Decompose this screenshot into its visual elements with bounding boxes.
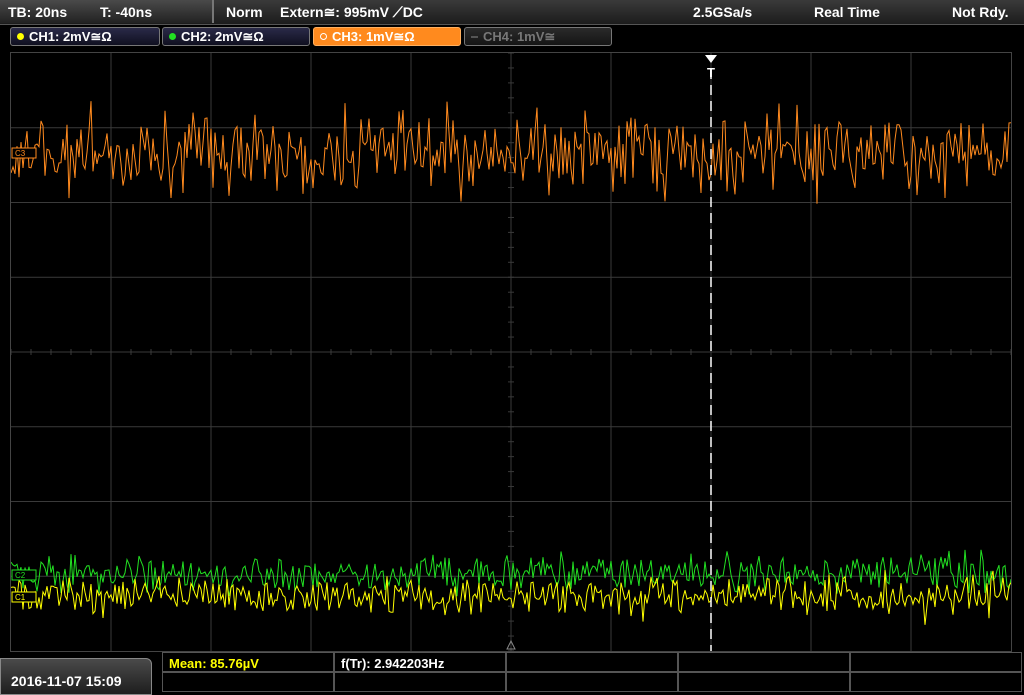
channel-4-tab[interactable]: CH4: 1mV≅ — [464, 27, 612, 46]
bottom-bar: 2016-11-07 15:09 Mean: 85.76µV f(Tr): 2.… — [0, 652, 1024, 695]
channel-2-indicator-icon — [169, 33, 176, 40]
measurement-cell[interactable] — [162, 672, 334, 692]
channel-1-tab[interactable]: CH1: 2mV≅Ω — [10, 27, 160, 46]
measurement-cell[interactable] — [678, 672, 850, 692]
channel-1-ground-marker[interactable]: C1 — [11, 591, 37, 603]
channel-3-marker-label: C3 — [15, 149, 26, 158]
measurement-cell[interactable] — [334, 672, 506, 692]
measurement-cell[interactable] — [850, 672, 1022, 692]
timebase-label[interactable]: TB: 20ns — [8, 4, 67, 20]
status-bar: TB: 20ns T: -40ns Norm Extern≅: 995mV ⟋D… — [0, 0, 1024, 25]
waveform-canvas: T C3 C2 C1 — [11, 53, 1011, 651]
datetime-box: 2016-11-07 15:09 — [0, 658, 152, 695]
channel-4-label: CH4: 1mV≅ — [483, 28, 556, 44]
channel-2-ground-marker[interactable]: C2 — [11, 569, 37, 581]
trigger-mode-label[interactable]: Norm — [226, 4, 263, 20]
measurement-cell[interactable] — [850, 652, 1022, 672]
measurement-cell[interactable] — [506, 672, 678, 692]
timebase-box[interactable]: TB: 20ns T: -40ns — [0, 0, 214, 23]
channel-2-tab[interactable]: CH2: 2mV≅Ω — [162, 27, 310, 46]
acquisition-status-label: Not Rdy. — [952, 4, 1009, 20]
channel-bar: CH1: 2mV≅Ω CH2: 2mV≅Ω CH3: 1mV≅Ω CH4: 1m… — [0, 25, 1024, 49]
measurement-cell[interactable] — [506, 652, 678, 672]
trigger-position-icon[interactable] — [705, 55, 717, 63]
waveform-display[interactable]: T C3 C2 C1 — [10, 52, 1012, 652]
measurement-table: Mean: 85.76µV f(Tr): 2.942203Hz — [162, 652, 1024, 695]
datetime-label: 2016-11-07 15:09 — [11, 673, 122, 689]
sample-rate-label: 2.5GSa/s — [693, 4, 753, 20]
channel-3-ground-marker[interactable]: C3 — [11, 147, 37, 159]
frequency-measurement: f(Tr): 2.942203Hz — [341, 656, 445, 671]
channel-1-indicator-icon — [17, 33, 24, 40]
channel-3-indicator-icon — [320, 33, 327, 40]
measurement-cell[interactable] — [678, 652, 850, 672]
trigger-source-label[interactable]: Extern≅: 995mV ⟋DC — [280, 4, 423, 21]
channel-3-tab[interactable]: CH3: 1mV≅Ω — [313, 27, 461, 46]
channel-2-marker-label: C2 — [15, 571, 26, 580]
channel-2-label: CH2: 2mV≅Ω — [181, 28, 264, 44]
channel-1-marker-label: C1 — [15, 593, 26, 602]
channel-1-label: CH1: 2mV≅Ω — [29, 28, 112, 44]
mean-measurement: Mean: 85.76µV — [169, 656, 259, 671]
channel-4-indicator-icon — [471, 35, 478, 38]
trigger-marker-label: T — [707, 65, 715, 80]
trigger-offset-label[interactable]: T: -40ns — [100, 4, 152, 20]
measurement-cell[interactable]: Mean: 85.76µV — [162, 652, 334, 672]
channel-3-label: CH3: 1mV≅Ω — [332, 28, 415, 44]
measurement-cell[interactable]: f(Tr): 2.942203Hz — [334, 652, 506, 672]
acquisition-mode-label[interactable]: Real Time — [814, 4, 880, 20]
